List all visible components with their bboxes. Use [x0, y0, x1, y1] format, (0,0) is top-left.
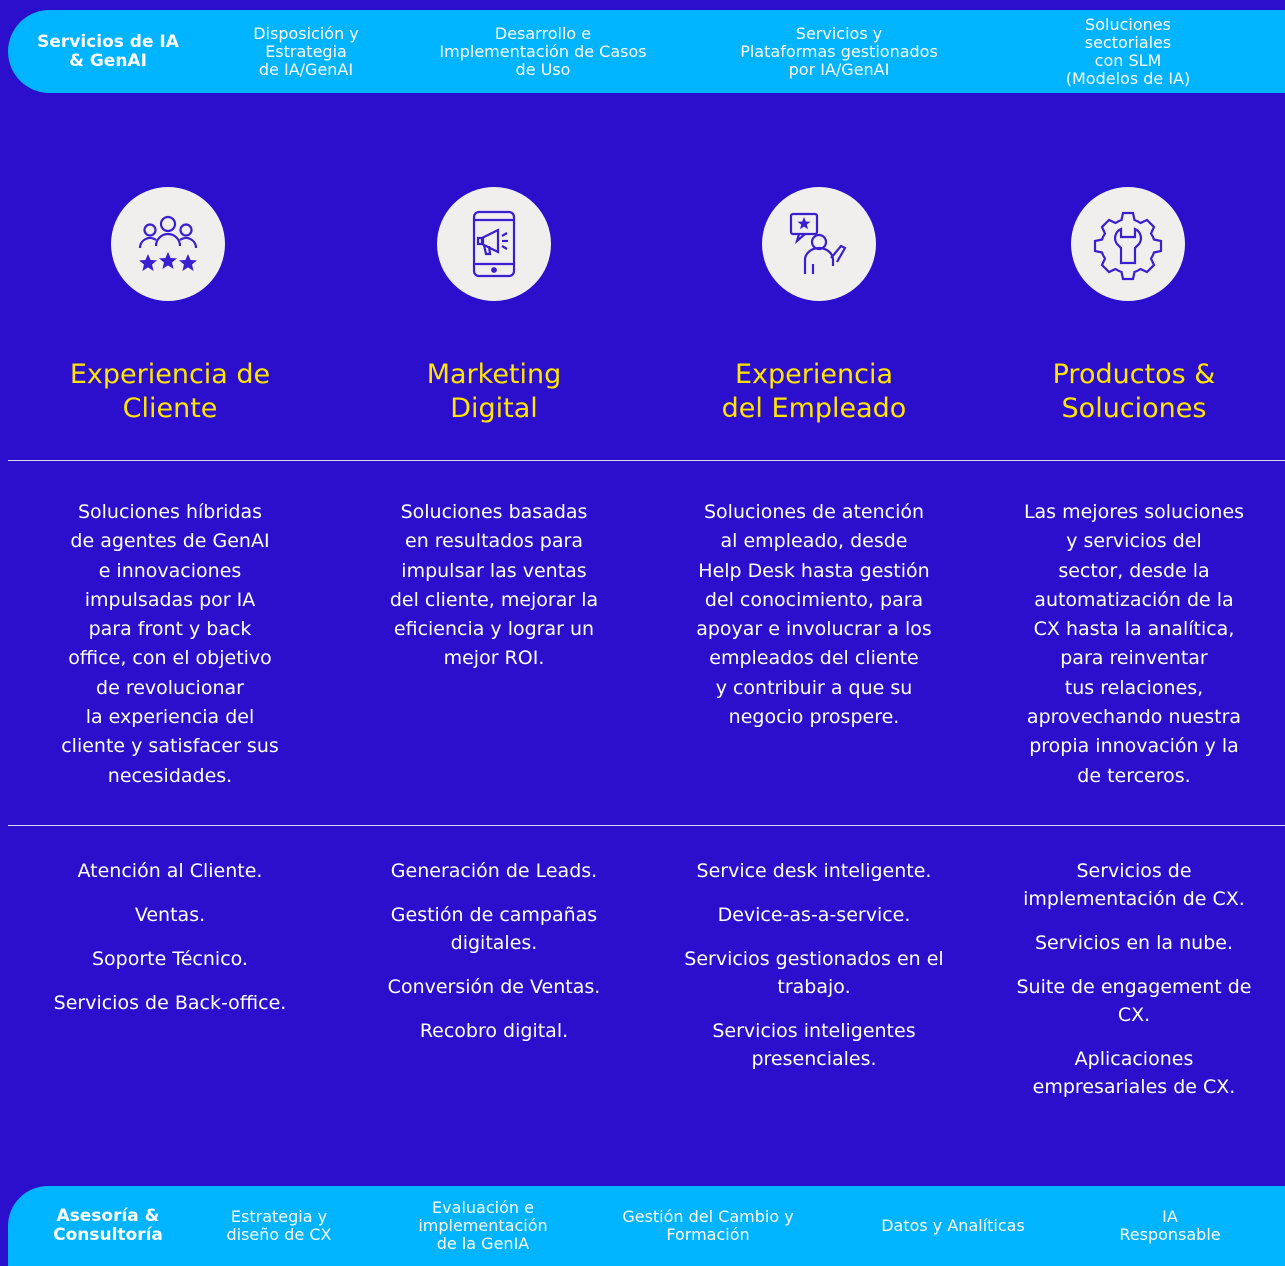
list-item[interactable]: Soporte Técnico.: [20, 945, 320, 973]
bottom-bar-lead[interactable]: Asesoría & Consultoría: [53, 1207, 163, 1245]
list-item[interactable]: Servicios gestionados en el trabajo.: [664, 945, 964, 1001]
list-item[interactable]: Service desk inteligente.: [664, 857, 964, 885]
column-description: Soluciones híbridas de agentes de GenAI …: [61, 501, 279, 787]
top-bar-item[interactable]: Servicios y Plataformas gestionados por …: [740, 24, 938, 79]
employee-presentation-icon: [762, 187, 876, 301]
bottom-bar-item[interactable]: Estrategia y diseño de CX: [226, 1208, 331, 1244]
list-item[interactable]: Suite de engagement de CX.: [984, 973, 1284, 1029]
bottom-bar-item[interactable]: IA Responsable: [1113, 1208, 1228, 1244]
service-list: Service desk inteligente. Device-as-a-se…: [664, 857, 964, 1089]
top-bar-item[interactable]: Disposición y Estrategia de IA/GenAI: [253, 24, 359, 79]
bottom-bar-item[interactable]: Evaluación e implementación de la GenIA: [418, 1199, 547, 1253]
tablet-megaphone-icon: [437, 187, 551, 301]
service-list: Atención al Cliente. Ventas. Soporte Téc…: [20, 857, 320, 1033]
service-list: Servicios de implementación de CX. Servi…: [984, 857, 1284, 1117]
divider: [8, 460, 1285, 461]
top-bar-item[interactable]: Soluciones sectoriales con SLM (Modelos …: [1050, 15, 1207, 88]
bottom-bar-item[interactable]: Datos y Analíticas: [881, 1217, 1025, 1235]
column-description: Las mejores soluciones y servicios del s…: [1023, 501, 1245, 787]
service-list: Generación de Leads. Gestión de campañas…: [344, 857, 644, 1061]
gear-wrench-icon: [1071, 187, 1185, 301]
customer-rating-icon: [111, 187, 225, 301]
list-item[interactable]: Servicios de implementación de CX.: [984, 857, 1284, 913]
list-item[interactable]: Servicios de Back-office.: [20, 989, 320, 1017]
list-item[interactable]: Device-as-a-service.: [664, 901, 964, 929]
top-bar-lead[interactable]: Servicios de IA & GenAI: [37, 32, 179, 71]
list-item[interactable]: Servicios inteligentes presenciales.: [664, 1017, 964, 1073]
column-title: Marketing Digital: [426, 359, 562, 424]
column-title: Experiencia del Empleado: [721, 359, 907, 424]
divider: [8, 825, 1285, 826]
list-item[interactable]: Ventas.: [20, 901, 320, 929]
list-item[interactable]: Servicios en la nube.: [984, 929, 1284, 957]
bottom-consulting-bar: Asesoría & Consultoría Estrategia y dise…: [8, 1186, 1285, 1266]
top-bar-item[interactable]: Desarrollo e Implementación de Casos de …: [439, 24, 646, 79]
column-title: Productos & Soluciones: [1052, 359, 1216, 424]
list-item[interactable]: Gestión de campañas digitales.: [344, 901, 644, 957]
column-description: Soluciones basadas en resultados para im…: [389, 501, 599, 670]
bottom-bar-item[interactable]: Gestión del Cambio y Formación: [622, 1208, 793, 1244]
list-item[interactable]: Aplicaciones empresariales de CX.: [984, 1045, 1284, 1101]
list-item[interactable]: Conversión de Ventas.: [344, 973, 644, 1001]
column-title: Experiencia de Cliente: [69, 359, 271, 424]
list-item[interactable]: Generación de Leads.: [344, 857, 644, 885]
column-description: Soluciones de atención al empleado, desd…: [696, 501, 932, 729]
list-item[interactable]: Recobro digital.: [344, 1017, 644, 1045]
list-item[interactable]: Atención al Cliente.: [20, 857, 320, 885]
top-service-bar: Servicios de IA & GenAI Disposición y Es…: [8, 10, 1285, 93]
